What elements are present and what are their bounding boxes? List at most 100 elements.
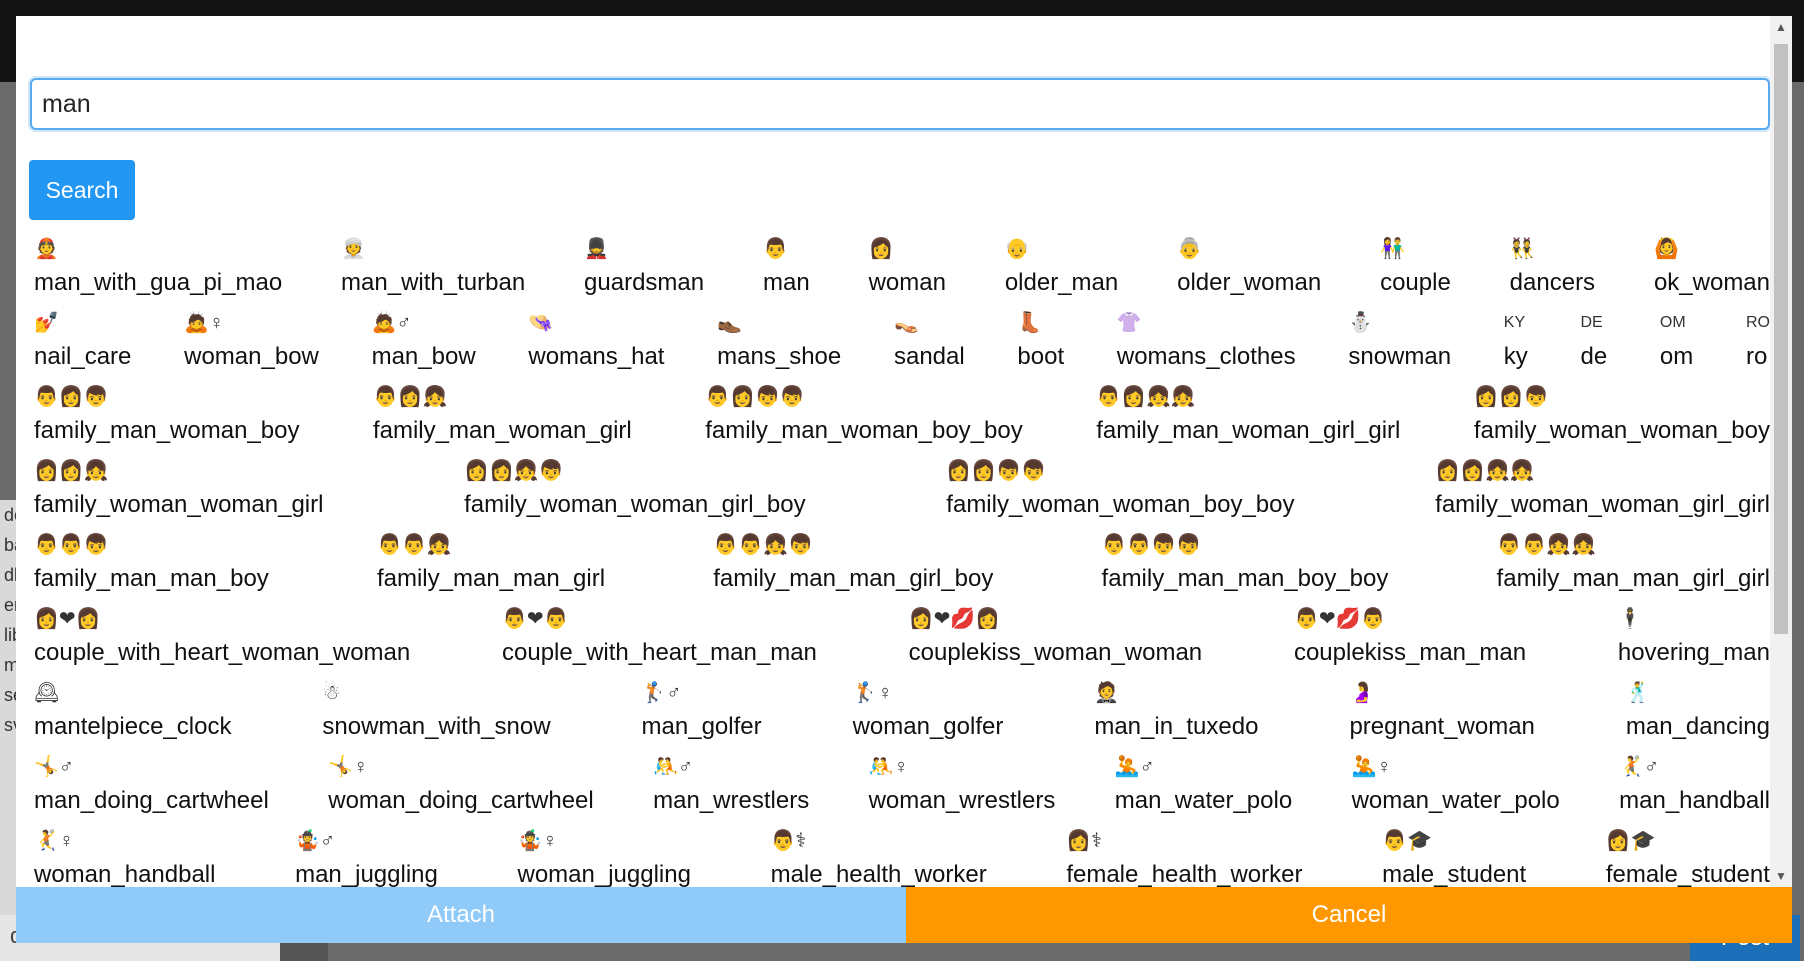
emoji-result-item[interactable]: 🤰 pregnant_woman — [1349, 676, 1534, 750]
emoji-result-item[interactable]: 🤾♂ man_handball — [1619, 750, 1770, 824]
emoji-result-item[interactable]: 👨❤👨 couple_with_heart_man_man — [502, 602, 817, 676]
emoji-result-item[interactable]: 👩👩👦 family_woman_woman_boy — [1474, 380, 1770, 454]
emoji-result-item[interactable]: 👨 man — [763, 232, 810, 306]
emoji-glyph-icon: 👨👩👧 — [372, 386, 448, 408]
emoji-result-item[interactable]: 👨👩👦👦 family_man_woman_boy_boy — [705, 380, 1023, 454]
emoji-result-item[interactable]: 👩❤💋👩 couplekiss_woman_woman — [909, 602, 1202, 676]
emoji-glyph-icon: 🏌♀ — [852, 682, 893, 704]
emoji-result-item[interactable]: 🕺 man_dancing — [1626, 676, 1770, 750]
emoji-shortcode-label: om — [1659, 343, 1694, 370]
emoji-result-item[interactable]: 👩🎓 female_student — [1606, 824, 1770, 887]
emoji-result-item[interactable]: ⛄ snowman — [1348, 306, 1451, 380]
emoji-glyph-icon: ⛄ — [1348, 312, 1374, 334]
emoji-result-item[interactable]: 🤽♀ woman_water_polo — [1352, 750, 1560, 824]
emoji-result-item[interactable]: 👫 couple — [1380, 232, 1451, 306]
emoji-result-item[interactable]: 🕴 hovering_man — [1618, 602, 1770, 676]
emoji-result-item[interactable]: 🤾♀ woman_handball — [34, 824, 215, 887]
emoji-glyph-icon: 🤵 — [1094, 682, 1120, 704]
emoji-glyph-icon: 🏌♂ — [641, 682, 682, 704]
emoji-result-item[interactable]: 💂 guardsman — [584, 232, 704, 306]
scroll-up-icon[interactable]: ▲ — [1770, 16, 1792, 38]
emoji-result-item[interactable]: 👩 woman — [869, 232, 946, 306]
emoji-result-item[interactable]: KY ky — [1504, 306, 1528, 380]
emoji-result-item[interactable]: 👵 older_woman — [1177, 232, 1321, 306]
emoji-shortcode-label: dancers — [1509, 269, 1596, 296]
emoji-result-item[interactable]: 👨👩👦 family_man_woman_boy — [34, 380, 299, 454]
emoji-result-item[interactable]: 🤸♂ man_doing_cartwheel — [34, 750, 269, 824]
emoji-result-item[interactable]: 👨👨👦 family_man_man_boy — [34, 528, 269, 602]
search-button[interactable]: Search — [29, 160, 135, 220]
emoji-result-item[interactable]: 👨⚕ male_health_worker — [771, 824, 987, 887]
emoji-result-item[interactable]: 🤹♀ woman_juggling — [518, 824, 691, 887]
emoji-result-item[interactable]: 🤼♂ man_wrestlers — [653, 750, 809, 824]
emoji-shortcode-label: man_wrestlers — [653, 787, 810, 814]
emoji-result-item[interactable]: ☃ snowman_with_snow — [322, 676, 550, 750]
emoji-glyph-icon: 👩⚕ — [1066, 830, 1103, 852]
attach-button[interactable]: Attach — [16, 887, 906, 943]
emoji-result-item[interactable]: 🙇♀ woman_bow — [184, 306, 319, 380]
emoji-glyph-icon: 👩👩👧👧 — [1435, 460, 1535, 482]
scrollbar-thumb[interactable] — [1774, 44, 1788, 634]
emoji-result-item[interactable]: 🏌♀ woman_golfer — [853, 676, 1004, 750]
emoji-result-item[interactable]: 🤵 man_in_tuxedo — [1094, 676, 1258, 750]
emoji-shortcode-label: man — [763, 269, 810, 296]
emoji-shortcode-label: male_health_worker — [770, 861, 987, 887]
emoji-shortcode-label: ky — [1503, 343, 1528, 370]
results-scrollbar[interactable]: ▲ ▼ — [1770, 16, 1792, 887]
emoji-result-item[interactable]: 👩👩👧👦 family_woman_woman_girl_boy — [464, 454, 806, 528]
emoji-shortcode-label: woman_water_polo — [1351, 787, 1560, 814]
emoji-result-item[interactable]: 💅 nail_care — [34, 306, 131, 380]
emoji-shortcode-label: couplekiss_man_man — [1293, 639, 1527, 666]
emoji-shortcode-label: family_man_man_girl_girl — [1496, 565, 1770, 592]
emoji-result-item[interactable]: 👩❤👩 couple_with_heart_woman_woman — [34, 602, 410, 676]
scroll-down-icon[interactable]: ▼ — [1770, 865, 1792, 887]
emoji-result-item[interactable]: 👩⚕ female_health_worker — [1066, 824, 1302, 887]
emoji-shortcode-label: older_woman — [1177, 269, 1322, 296]
emoji-shortcode-label: sandal — [893, 343, 965, 370]
emoji-result-item[interactable]: 👩👩👧👧 family_woman_woman_girl_girl — [1435, 454, 1770, 528]
emoji-shortcode-label: female_health_worker — [1066, 861, 1303, 887]
emoji-glyph-icon: 👩🎓 — [1605, 830, 1656, 852]
emoji-glyph-icon: 👵 — [1177, 238, 1202, 260]
emoji-result-item[interactable]: 👨👨👧👦 family_man_man_girl_boy — [713, 528, 993, 602]
emoji-glyph-icon: 👳 — [341, 238, 366, 260]
emoji-result-item[interactable]: 👨👨👧👧 family_man_man_girl_girl — [1497, 528, 1770, 602]
emoji-result-item[interactable]: 👩👩👦👦 family_woman_woman_boy_boy — [946, 454, 1294, 528]
emoji-result-item[interactable]: 👲 man_with_gua_pi_mao — [34, 232, 282, 306]
emoji-result-item[interactable]: 👞 mans_shoe — [717, 306, 841, 380]
emoji-result-item[interactable]: 🙇♂ man_bow — [372, 306, 476, 380]
emoji-result-item[interactable]: 🤼♀ woman_wrestlers — [869, 750, 1056, 824]
emoji-result-item[interactable]: 🏌♂ man_golfer — [642, 676, 762, 750]
emoji-shortcode-label: man_water_polo — [1114, 787, 1293, 814]
emoji-result-item[interactable]: RO ro — [1746, 306, 1770, 380]
emoji-result-item[interactable]: 🤸♀ woman_doing_cartwheel — [328, 750, 594, 824]
emoji-result-item[interactable]: DE de — [1581, 306, 1608, 380]
emoji-shortcode-label: hovering_man — [1617, 639, 1770, 666]
emoji-result-item[interactable]: 👴 older_man — [1005, 232, 1118, 306]
emoji-shortcode-label: nail_care — [34, 343, 132, 370]
emoji-result-item[interactable]: 👨👩👧 family_man_woman_girl — [373, 380, 632, 454]
emoji-glyph-icon: 👚 — [1116, 312, 1142, 334]
emoji-result-item[interactable]: 👨❤💋👨 couplekiss_man_man — [1294, 602, 1526, 676]
cancel-button[interactable]: Cancel — [906, 887, 1792, 943]
emoji-result-item[interactable]: OM om — [1660, 306, 1693, 380]
emoji-result-item[interactable]: 🙆 ok_woman — [1654, 232, 1770, 306]
emoji-result-item[interactable]: 👳 man_with_turban — [341, 232, 525, 306]
emoji-result-item[interactable]: 👡 sandal — [894, 306, 965, 380]
emoji-result-item[interactable]: 👯 dancers — [1510, 232, 1595, 306]
emoji-result-item[interactable]: 👨🎓 male_student — [1382, 824, 1526, 887]
emoji-result-item[interactable]: 👢 boot — [1017, 306, 1064, 380]
emoji-search-input[interactable] — [30, 78, 1770, 130]
emoji-result-item[interactable]: 👩👩👧 family_woman_woman_girl — [34, 454, 323, 528]
emoji-result-item[interactable]: 👒 womans_hat — [528, 306, 664, 380]
emoji-result-item[interactable]: 👨👩👧👧 family_man_woman_girl_girl — [1096, 380, 1400, 454]
emoji-shortcode-label: pregnant_woman — [1349, 713, 1535, 740]
emoji-result-item[interactable]: 👨👨👧 family_man_man_girl — [377, 528, 605, 602]
emoji-result-item[interactable]: 👚 womans_clothes — [1117, 306, 1296, 380]
emoji-glyph-icon: 👨👨👧👧 — [1496, 534, 1597, 556]
emoji-result-item[interactable]: 👨👨👦👦 family_man_man_boy_boy — [1102, 528, 1389, 602]
emoji-result-item[interactable]: 🤹♂ man_juggling — [295, 824, 438, 887]
emoji-result-item[interactable]: 🕰 mantelpiece_clock — [34, 676, 231, 750]
emoji-result-item[interactable]: 🤽♂ man_water_polo — [1115, 750, 1292, 824]
emoji-shortcode-label: couple_with_heart_man_man — [502, 639, 817, 666]
